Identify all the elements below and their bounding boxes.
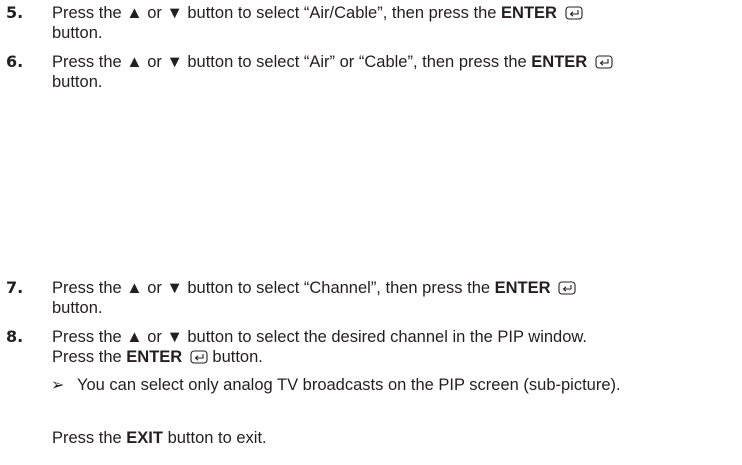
step-number: 8. <box>6 327 24 346</box>
enter-icon <box>190 350 208 364</box>
step-text: Press the ▲ or ▼ button to select “Chann… <box>52 278 722 318</box>
exit-text-after: button to exit. <box>162 429 267 447</box>
exit-instruction: Press the EXIT button to exit. <box>52 428 267 448</box>
step-instruction: Press the ▲ or ▼ button to select “Chann… <box>52 279 495 297</box>
enter-icon <box>564 6 583 20</box>
step-text: Press the ▲ or ▼ button to select the de… <box>52 327 722 367</box>
step-5: 5. Press the ▲ or ▼ button to select “Ai… <box>6 3 736 43</box>
step-continuation: button. <box>52 299 103 317</box>
enter-icon <box>558 281 576 295</box>
step-instruction: Press the ▲ or ▼ button to select “Air” … <box>52 53 532 71</box>
enter-label: ENTER <box>531 53 588 71</box>
enter-label: ENTER <box>501 4 557 22</box>
step-instruction: Press the ▲ or ▼ button to select “Air/C… <box>52 4 502 22</box>
note-text: You can select only analog TV broadcasts… <box>77 376 621 394</box>
enter-label: ENTER <box>494 279 551 297</box>
step-instruction: Press the ▲ or ▼ button to select the de… <box>52 328 587 346</box>
step-number: 5. <box>6 3 24 22</box>
step-number: 7. <box>6 278 24 297</box>
step-6: 6. Press the ▲ or ▼ button to select “Ai… <box>6 52 736 92</box>
step-number: 6. <box>6 52 24 71</box>
step-8: 8. Press the ▲ or ▼ button to select the… <box>6 327 736 367</box>
step-instruction-second-line: Press the <box>52 348 127 366</box>
step-continuation: button. <box>52 24 103 42</box>
step-text: Press the ▲ or ▼ button to select “Air” … <box>52 52 722 92</box>
enter-icon <box>595 55 613 69</box>
step-7: 7. Press the ▲ or ▼ button to select “Ch… <box>6 278 736 318</box>
exit-label: EXIT <box>126 429 163 447</box>
note: ➢ You can select only analog TV broadcas… <box>51 375 695 395</box>
step-continuation: button. <box>52 73 103 91</box>
enter-label: ENTER <box>126 348 183 366</box>
arrowhead-note-icon: ➢ <box>51 375 65 394</box>
exit-text-before: Press the <box>52 429 127 447</box>
step-continuation: button. <box>207 348 263 366</box>
step-text: Press the ▲ or ▼ button to select “Air/C… <box>52 3 722 43</box>
